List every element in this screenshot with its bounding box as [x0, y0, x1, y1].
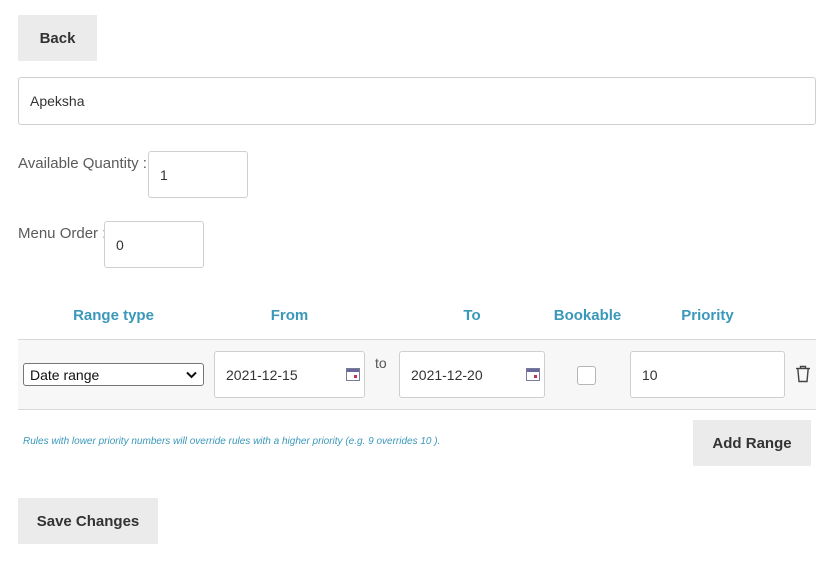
- to-date-value: 2021-12-20: [411, 366, 483, 383]
- range-type-select[interactable]: Date range: [23, 363, 204, 386]
- calendar-icon[interactable]: [346, 368, 360, 381]
- header-priority: Priority: [681, 307, 734, 324]
- to-date-input[interactable]: 2021-12-20: [399, 351, 545, 398]
- trash-icon[interactable]: [795, 365, 811, 383]
- table-row-divider: [18, 409, 816, 410]
- add-range-button[interactable]: Add Range: [693, 420, 811, 466]
- available-quantity-label: Available Quantity :: [18, 155, 147, 172]
- header-range-type: Range type: [73, 307, 154, 324]
- to-separator: to: [375, 355, 387, 371]
- header-bookable: Bookable: [553, 307, 622, 324]
- back-button[interactable]: Back: [18, 15, 97, 61]
- menu-order-label: Menu Order :: [18, 225, 107, 242]
- from-date-value: 2021-12-15: [226, 366, 298, 383]
- save-changes-button[interactable]: Save Changes: [18, 498, 158, 544]
- bookable-checkbox[interactable]: [577, 366, 596, 385]
- available-quantity-input[interactable]: 1: [148, 151, 248, 198]
- header-to: To: [463, 307, 481, 324]
- header-from: From: [270, 307, 309, 324]
- calendar-icon[interactable]: [526, 368, 540, 381]
- priority-input[interactable]: 10: [630, 351, 785, 398]
- name-field[interactable]: Apeksha: [18, 77, 816, 125]
- menu-order-input[interactable]: 0: [104, 221, 204, 268]
- range-type-value: Date range: [30, 366, 100, 383]
- chevron-down-icon: [186, 371, 197, 378]
- from-date-input[interactable]: 2021-12-15: [214, 351, 365, 398]
- priority-note: Rules with lower priority numbers will o…: [23, 436, 441, 447]
